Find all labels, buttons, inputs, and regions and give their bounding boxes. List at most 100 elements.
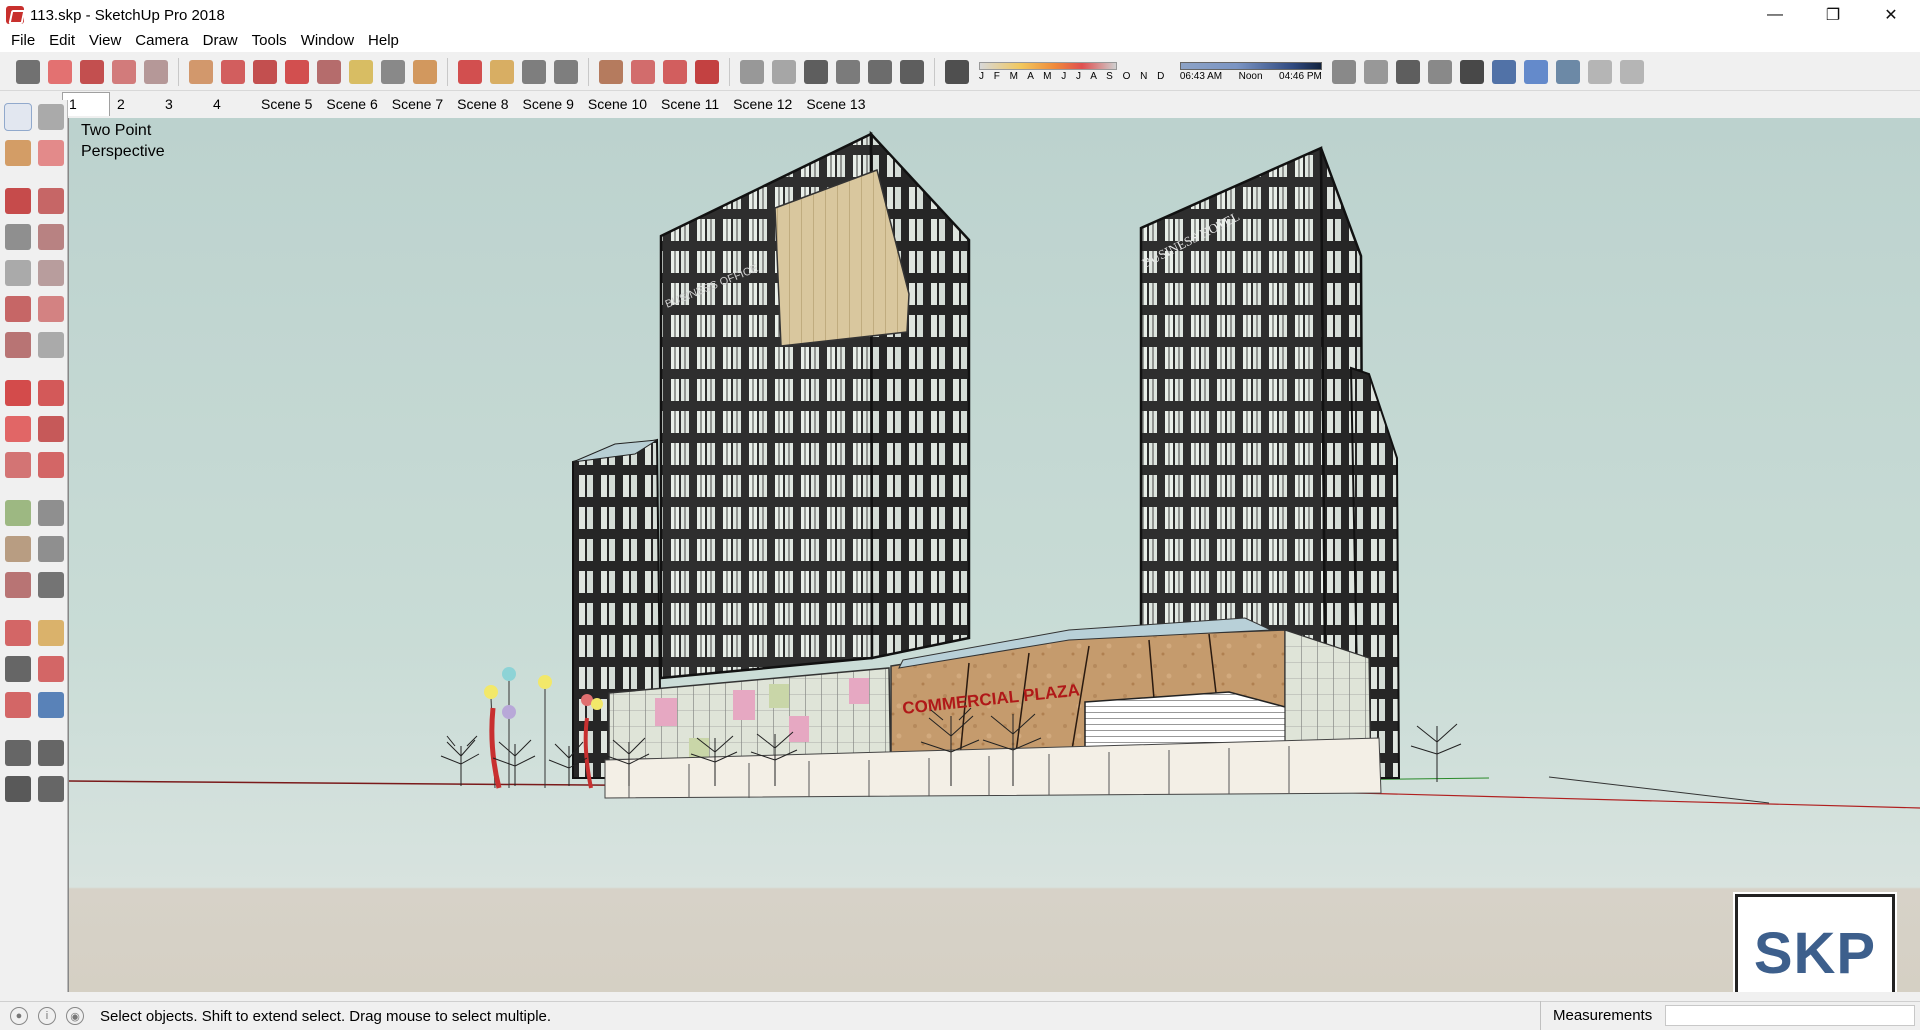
monochrome-icon[interactable]	[1523, 59, 1548, 84]
back-view-icon[interactable]	[868, 59, 892, 84]
scene-tab-5[interactable]: Scene 5	[254, 92, 319, 116]
follow-me-icon[interactable]	[38, 416, 64, 442]
warehouse-icon[interactable]	[599, 59, 623, 84]
menu-window[interactable]: Window	[294, 30, 361, 52]
month-slider[interactable]: J F M A M J J A S O N D	[979, 61, 1168, 82]
select-icon[interactable]	[4, 103, 32, 131]
component-icon[interactable]	[38, 104, 64, 130]
menu-tools[interactable]: Tools	[245, 30, 294, 52]
geo-location-icon[interactable]: ●	[10, 1007, 28, 1025]
hidden-line-icon[interactable]	[1427, 59, 1452, 84]
zoom-icon[interactable]	[522, 59, 546, 84]
paint-bucket-icon[interactable]	[413, 59, 437, 84]
arc-icon[interactable]	[112, 59, 136, 84]
top-view-icon[interactable]	[772, 59, 796, 84]
scale-icon[interactable]	[317, 59, 341, 84]
select-icon[interactable]	[16, 59, 40, 84]
pie-icon[interactable]	[38, 332, 64, 358]
follow-me-icon[interactable]	[221, 59, 245, 84]
eraser-icon[interactable]	[38, 140, 64, 166]
iso-view-icon[interactable]	[740, 59, 764, 84]
circle-icon[interactable]	[5, 260, 31, 286]
measurements-input[interactable]	[1665, 1005, 1915, 1026]
scene-tab-12[interactable]: Scene 12	[726, 92, 799, 116]
back-edges-icon[interactable]	[1363, 59, 1388, 84]
polygon-icon[interactable]	[38, 260, 64, 286]
tape-measure-icon[interactable]	[5, 500, 31, 526]
menu-help[interactable]: Help	[361, 30, 406, 52]
orbit-icon[interactable]	[5, 620, 31, 646]
scene-tab-11[interactable]: Scene 11	[654, 92, 726, 116]
rectangle-icon[interactable]	[5, 224, 31, 250]
pan-icon[interactable]	[38, 620, 64, 646]
move-icon[interactable]	[5, 380, 31, 406]
push-pull-icon[interactable]	[189, 59, 213, 84]
rotate-icon[interactable]	[285, 59, 309, 84]
position-camera-icon[interactable]	[5, 740, 31, 766]
previous-view-icon[interactable]	[38, 692, 64, 718]
eraser-icon[interactable]	[48, 59, 72, 84]
shaded-icon[interactable]	[1459, 59, 1484, 84]
shadows-icon[interactable]	[945, 59, 969, 84]
scene-tab-9[interactable]: Scene 9	[516, 92, 581, 116]
line-icon[interactable]	[5, 188, 31, 214]
scene-tab-1[interactable]: 1	[62, 92, 110, 116]
paint-bucket-icon[interactable]	[5, 140, 31, 166]
extension-icon[interactable]	[631, 59, 655, 84]
protractor-icon[interactable]	[5, 536, 31, 562]
dimension-icon[interactable]	[38, 500, 64, 526]
section-plane-icon[interactable]	[38, 776, 64, 802]
scene-tab-8[interactable]: Scene 8	[450, 92, 515, 116]
sandbox-icon[interactable]	[1555, 59, 1580, 84]
minimize-button[interactable]: —	[1746, 0, 1804, 30]
xray-icon[interactable]	[1331, 59, 1356, 84]
scale-icon[interactable]	[5, 452, 31, 478]
move-icon[interactable]	[253, 59, 277, 84]
push-pull-icon[interactable]	[38, 380, 64, 406]
close-button[interactable]: ✕	[1862, 0, 1920, 30]
axes-icon[interactable]	[5, 572, 31, 598]
scene-tab-3[interactable]: 3	[158, 92, 206, 116]
3d-text-icon[interactable]	[38, 572, 64, 598]
section-plane-icon[interactable]	[1587, 59, 1612, 84]
rotated-rectangle-icon[interactable]	[38, 224, 64, 250]
restore-button[interactable]: ❐	[1804, 0, 1862, 30]
ruby-icon[interactable]	[695, 59, 719, 84]
rotate-icon[interactable]	[5, 416, 31, 442]
pan-icon[interactable]	[490, 59, 514, 84]
text-icon[interactable]	[38, 536, 64, 562]
text-icon[interactable]	[381, 59, 405, 84]
scene-tab-7[interactable]: Scene 7	[385, 92, 450, 116]
zoom-window-icon[interactable]	[38, 656, 64, 682]
menu-file[interactable]: File	[4, 30, 42, 52]
scene-tab-10[interactable]: Scene 10	[581, 92, 654, 116]
zoom-extents-icon[interactable]	[554, 59, 578, 84]
right-view-icon[interactable]	[836, 59, 860, 84]
scene-tab-13[interactable]: Scene 13	[799, 92, 872, 116]
zoom-extents-icon[interactable]	[5, 692, 31, 718]
menu-edit[interactable]: Edit	[42, 30, 82, 52]
pencil-icon[interactable]	[80, 59, 104, 84]
scene-tab-6[interactable]: Scene 6	[319, 92, 384, 116]
shaded-textures-icon[interactable]	[1491, 59, 1516, 84]
model-viewport[interactable]: BUSINESS OFFICE BUSINESS HOTEL COMMERCIA…	[68, 118, 1920, 992]
section-display-icon[interactable]	[1619, 59, 1644, 84]
time-slider-track[interactable]	[1179, 61, 1322, 70]
menu-camera[interactable]: Camera	[128, 30, 195, 52]
offset-icon[interactable]	[38, 452, 64, 478]
credits-icon[interactable]: i	[38, 1007, 56, 1025]
orbit-icon[interactable]	[458, 59, 482, 84]
freehand-icon[interactable]	[38, 188, 64, 214]
user-account-icon[interactable]: ◉	[66, 1007, 84, 1025]
front-view-icon[interactable]	[804, 59, 828, 84]
layout-icon[interactable]	[663, 59, 687, 84]
menu-draw[interactable]: Draw	[196, 30, 245, 52]
menu-view[interactable]: View	[82, 30, 128, 52]
rectangle-icon[interactable]	[144, 59, 168, 84]
walk-icon[interactable]	[5, 776, 31, 802]
scene-tab-2[interactable]: 2	[110, 92, 158, 116]
wireframe-icon[interactable]	[1395, 59, 1420, 84]
month-slider-track[interactable]	[979, 61, 1117, 70]
look-around-icon[interactable]	[38, 740, 64, 766]
tape-measure-icon[interactable]	[349, 59, 373, 84]
